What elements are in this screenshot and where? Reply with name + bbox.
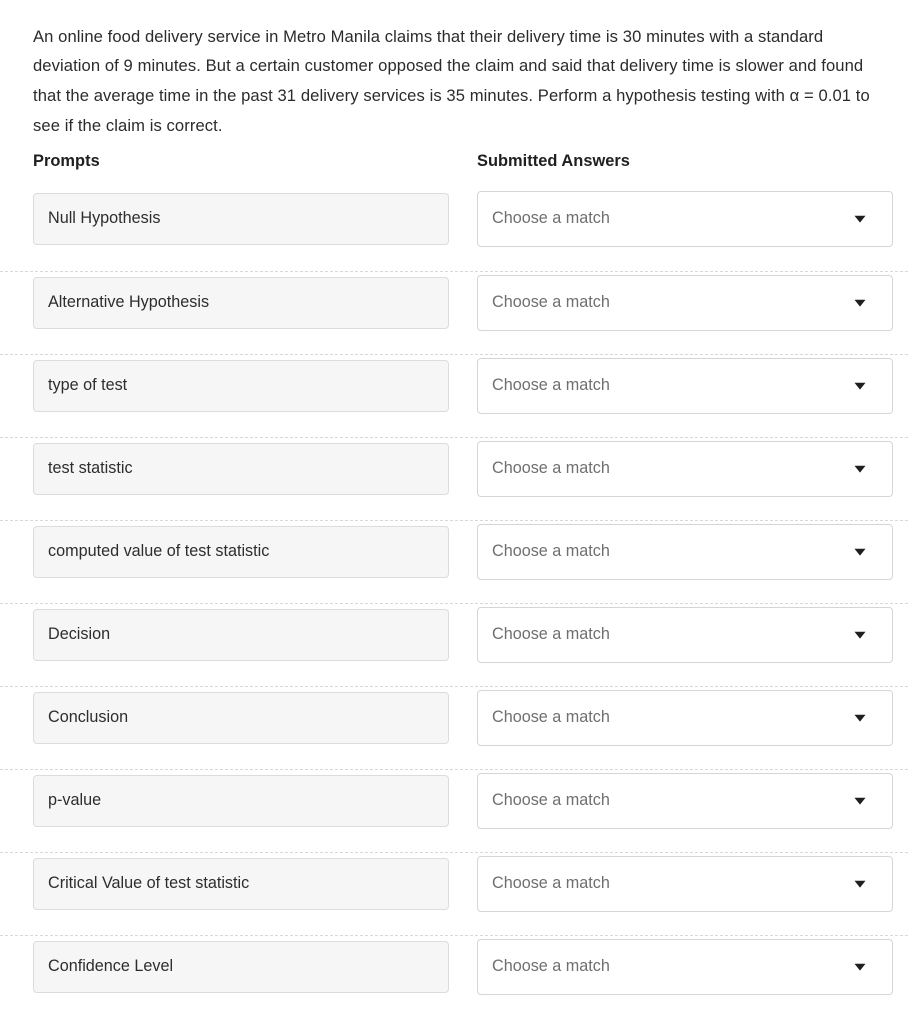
chevron-down-icon	[852, 211, 868, 227]
prompt-label: p-value	[48, 791, 102, 810]
table-row: computed value of test statistic Choose …	[0, 520, 908, 603]
prompt-box: Alternative Hypothesis	[33, 277, 449, 329]
table-row: Critical Value of test statistic Choose …	[0, 852, 908, 935]
prompt-label: type of test	[48, 376, 128, 395]
answer-dropdown[interactable]: Choose a match	[477, 441, 893, 497]
table-row: type of test Choose a match	[0, 354, 908, 437]
prompt-box: p-value	[33, 775, 449, 827]
answer-placeholder: Choose a match	[492, 459, 610, 478]
table-row: Decision Choose a match	[0, 603, 908, 686]
prompt-box: Null Hypothesis	[33, 193, 449, 245]
column-headers: Prompts Submitted Answers	[0, 152, 908, 178]
prompt-label: Critical Value of test statistic	[48, 874, 250, 893]
answer-placeholder: Choose a match	[492, 791, 610, 810]
answer-placeholder: Choose a match	[492, 708, 610, 727]
chevron-down-icon	[852, 295, 868, 311]
chevron-down-icon	[852, 793, 868, 809]
answer-placeholder: Choose a match	[492, 542, 610, 561]
prompts-column-header: Prompts	[33, 152, 100, 170]
prompt-label: test statistic	[48, 459, 133, 478]
answer-dropdown[interactable]: Choose a match	[477, 191, 893, 247]
answer-dropdown[interactable]: Choose a match	[477, 358, 893, 414]
prompt-box: type of test	[33, 360, 449, 412]
answer-dropdown[interactable]: Choose a match	[477, 773, 893, 829]
chevron-down-icon	[852, 627, 868, 643]
prompt-box: computed value of test statistic	[33, 526, 449, 578]
table-row: Confidence Level Choose a match	[0, 935, 908, 1018]
table-row: p-value Choose a match	[0, 769, 908, 852]
table-row: Null Hypothesis Choose a match	[0, 188, 908, 271]
answer-placeholder: Choose a match	[492, 957, 610, 976]
prompt-label: computed value of test statistic	[48, 542, 270, 561]
answer-dropdown[interactable]: Choose a match	[477, 856, 893, 912]
prompt-label: Null Hypothesis	[48, 209, 161, 228]
table-row: Alternative Hypothesis Choose a match	[0, 271, 908, 354]
answer-placeholder: Choose a match	[492, 625, 610, 644]
prompt-box: Confidence Level	[33, 941, 449, 993]
question-text: An online food delivery service in Metro…	[33, 26, 870, 135]
prompt-label: Conclusion	[48, 708, 129, 727]
prompt-box: test statistic	[33, 443, 449, 495]
matching-question-page: An online food delivery service in Metro…	[0, 0, 908, 1024]
answer-dropdown[interactable]: Choose a match	[477, 939, 893, 995]
chevron-down-icon	[852, 959, 868, 975]
prompt-box: Conclusion	[33, 692, 449, 744]
answer-dropdown[interactable]: Choose a match	[477, 524, 893, 580]
table-row: Conclusion Choose a match	[0, 686, 908, 769]
answer-placeholder: Choose a match	[492, 209, 610, 228]
answer-placeholder: Choose a match	[492, 376, 610, 395]
submitted-answers-column-header: Submitted Answers	[477, 152, 630, 170]
answer-placeholder: Choose a match	[492, 293, 610, 312]
answer-dropdown[interactable]: Choose a match	[477, 275, 893, 331]
answer-placeholder: Choose a match	[492, 874, 610, 893]
answer-dropdown[interactable]: Choose a match	[477, 607, 893, 663]
matching-rows: Null Hypothesis Choose a match Alternati…	[0, 188, 908, 1018]
prompt-box: Critical Value of test statistic	[33, 858, 449, 910]
chevron-down-icon	[852, 876, 868, 892]
chevron-down-icon	[852, 710, 868, 726]
table-row: test statistic Choose a match	[0, 437, 908, 520]
prompt-label: Confidence Level	[48, 957, 174, 976]
answer-dropdown[interactable]: Choose a match	[477, 690, 893, 746]
prompt-box: Decision	[33, 609, 449, 661]
prompt-label: Decision	[48, 625, 111, 644]
prompt-label: Alternative Hypothesis	[48, 293, 210, 312]
chevron-down-icon	[852, 378, 868, 394]
chevron-down-icon	[852, 461, 868, 477]
chevron-down-icon	[852, 544, 868, 560]
